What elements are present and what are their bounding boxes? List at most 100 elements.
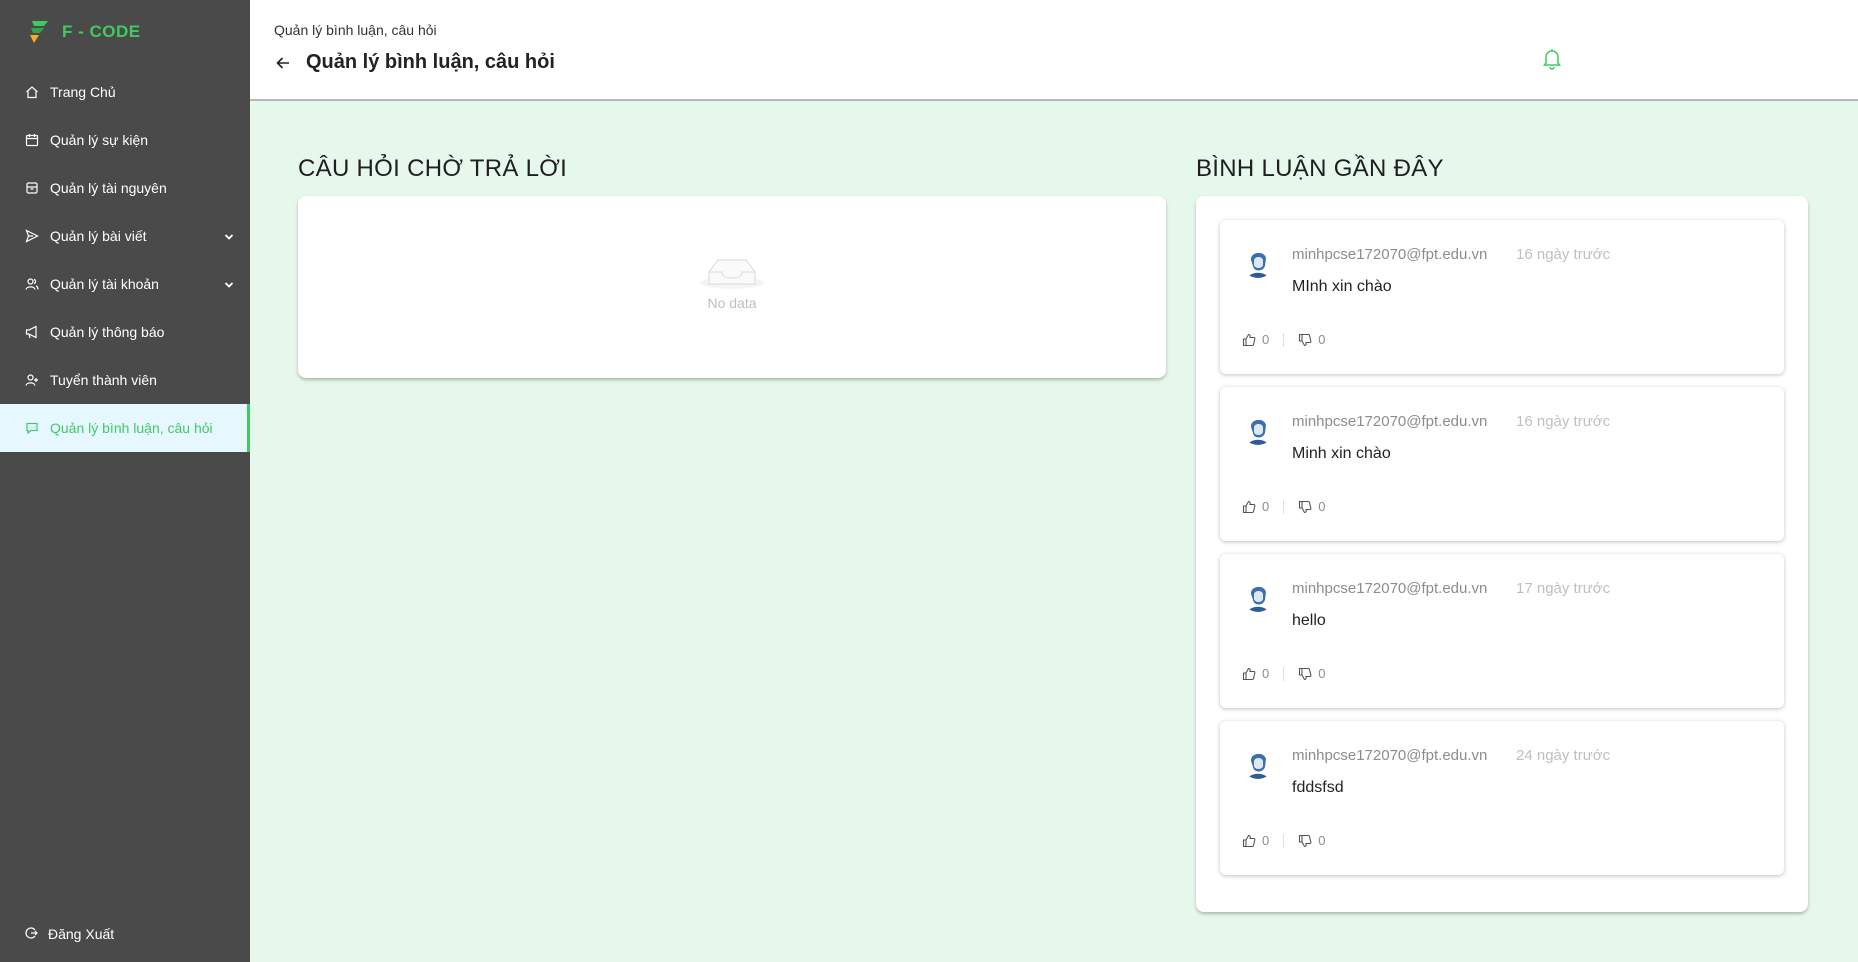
comment-actions: 0 0 [1242,833,1325,848]
logout-label: Đăng Xuất [48,926,115,942]
dislike-button[interactable]: 0 [1298,332,1325,347]
notification-button[interactable] [1542,48,1564,72]
sidebar-item-posts[interactable]: Quản lý bài viết [0,212,250,260]
sidebar: F - CODE Trang Chủ Quản lý sự kiện Quản … [0,0,250,962]
comment-item: minhpcse172070@fpt.edu.vn 16 ngày trước … [1220,387,1784,541]
sidebar-item-label: Tuyển thành viên [50,372,157,388]
logo-icon [30,21,48,43]
empty-inbox-icon [700,259,764,289]
comment-author[interactable]: minhpcse172070@fpt.edu.vn [1292,413,1487,430]
avatar [1242,413,1274,445]
thumbs-down-icon [1299,333,1312,346]
sidebar-item-label: Trang Chủ [50,84,116,100]
avatar [1242,747,1274,779]
sidebar-item-accounts[interactable]: Quản lý tài khoản [0,260,250,308]
sidebar-item-label: Quản lý thông báo [50,324,165,340]
breadcrumb[interactable]: Quản lý bình luận, câu hỏi [274,22,437,38]
inbox-icon [24,180,40,196]
thumbs-up-icon [1242,834,1256,847]
empty-text: No data [707,295,757,311]
bell-icon [1543,49,1561,70]
send-icon [24,228,40,244]
arrow-left-icon [276,57,289,69]
avatar [1242,580,1274,612]
sidebar-item-recruit[interactable]: Tuyển thành viên [0,356,250,404]
questions-card: No data [298,196,1166,378]
action-divider [1283,666,1285,681]
sidebar-item-events[interactable]: Quản lý sự kiện [0,116,250,164]
comment-text: fddsfsd [1292,779,1344,796]
home-icon [24,84,40,100]
dislike-count: 0 [1318,499,1326,514]
like-button[interactable]: 0 [1242,666,1269,681]
calendar-icon [24,132,40,148]
action-divider [1283,499,1285,514]
sidebar-item-notifications[interactable]: Quản lý thông báo [0,308,250,356]
comment-actions: 0 0 [1242,332,1325,347]
like-button[interactable]: 0 [1242,833,1269,848]
comment-text: Minh xin chào [1292,445,1391,462]
thumbs-up-icon [1242,667,1256,680]
sidebar-item-label: Quản lý bình luận, câu hỏi [50,420,213,436]
comment-item: minhpcse172070@fpt.edu.vn 24 ngày trước … [1220,721,1784,875]
page-title: Quản lý bình luận, câu hỏi [306,51,555,73]
action-divider [1283,833,1285,848]
like-count: 0 [1262,332,1270,347]
dislike-count: 0 [1318,666,1326,681]
dislike-button[interactable]: 0 [1298,499,1325,514]
chevron-down-icon[interactable] [224,229,234,245]
like-button[interactable]: 0 [1242,499,1269,514]
comment-icon [24,420,40,436]
megaphone-icon [24,324,40,340]
sidebar-item-label: Quản lý sự kiện [50,132,149,148]
comments-card: minhpcse172070@fpt.edu.vn 16 ngày trước … [1196,196,1808,912]
comment-author[interactable]: minhpcse172070@fpt.edu.vn [1292,747,1487,764]
page-header: Quản lý bình luận, câu hỏi Quản lý bình … [250,0,1858,101]
like-count: 0 [1262,499,1270,514]
comment-actions: 0 0 [1242,499,1325,514]
comment-author[interactable]: minhpcse172070@fpt.edu.vn [1292,246,1487,263]
users-icon [24,276,40,292]
avatar [1242,246,1274,278]
comment-time: 24 ngày trước [1516,747,1611,764]
action-divider [1283,332,1285,347]
comment-item: minhpcse172070@fpt.edu.vn 17 ngày trước … [1220,554,1784,708]
sidebar-item-label: Quản lý tài khoản [50,276,159,292]
chevron-down-icon[interactable] [224,277,234,293]
comment-time: 16 ngày trước [1516,413,1611,430]
comment-author[interactable]: minhpcse172070@fpt.edu.vn [1292,580,1487,597]
thumbs-up-icon [1242,500,1256,513]
comment-time: 17 ngày trước [1516,580,1611,597]
comment-actions: 0 0 [1242,666,1325,681]
dislike-count: 0 [1318,833,1326,848]
sidebar-item-resources[interactable]: Quản lý tài nguyên [0,164,250,212]
thumbs-down-icon [1299,500,1312,513]
dislike-count: 0 [1318,332,1326,347]
dislike-button[interactable]: 0 [1298,833,1325,848]
thumbs-down-icon [1299,834,1312,847]
empty-state: No data [298,248,1166,311]
questions-title: CÂU HỎI CHỜ TRẢ LỜI [298,155,568,182]
like-count: 0 [1262,833,1270,848]
logout-icon [24,926,38,943]
dislike-button[interactable]: 0 [1298,666,1325,681]
brand-name: F - CODE [62,22,141,41]
brand[interactable]: F - CODE [0,0,250,64]
comment-text: hello [1292,612,1326,629]
back-button[interactable] [272,52,294,74]
sidebar-item-label: Quản lý tài nguyên [50,180,167,196]
sidebar-item-home[interactable]: Trang Chủ [0,68,250,116]
comment-item: minhpcse172070@fpt.edu.vn 16 ngày trước … [1220,220,1784,374]
sidebar-item-comments[interactable]: Quản lý bình luận, câu hỏi [0,404,250,452]
comment-text: MInh xin chào [1292,278,1392,295]
like-button[interactable]: 0 [1242,332,1269,347]
user-add-icon [24,372,40,388]
comments-title: BÌNH LUẬN GẦN ĐÂY [1196,155,1444,182]
thumbs-up-icon [1242,333,1256,346]
sidebar-item-label: Quản lý bài viết [50,228,147,244]
like-count: 0 [1262,666,1270,681]
sidebar-menu: Trang Chủ Quản lý sự kiện Quản lý tài ng… [0,68,250,452]
logout-button[interactable]: Đăng Xuất [0,916,250,952]
thumbs-down-icon [1299,667,1312,680]
comment-time: 16 ngày trước [1516,246,1611,263]
